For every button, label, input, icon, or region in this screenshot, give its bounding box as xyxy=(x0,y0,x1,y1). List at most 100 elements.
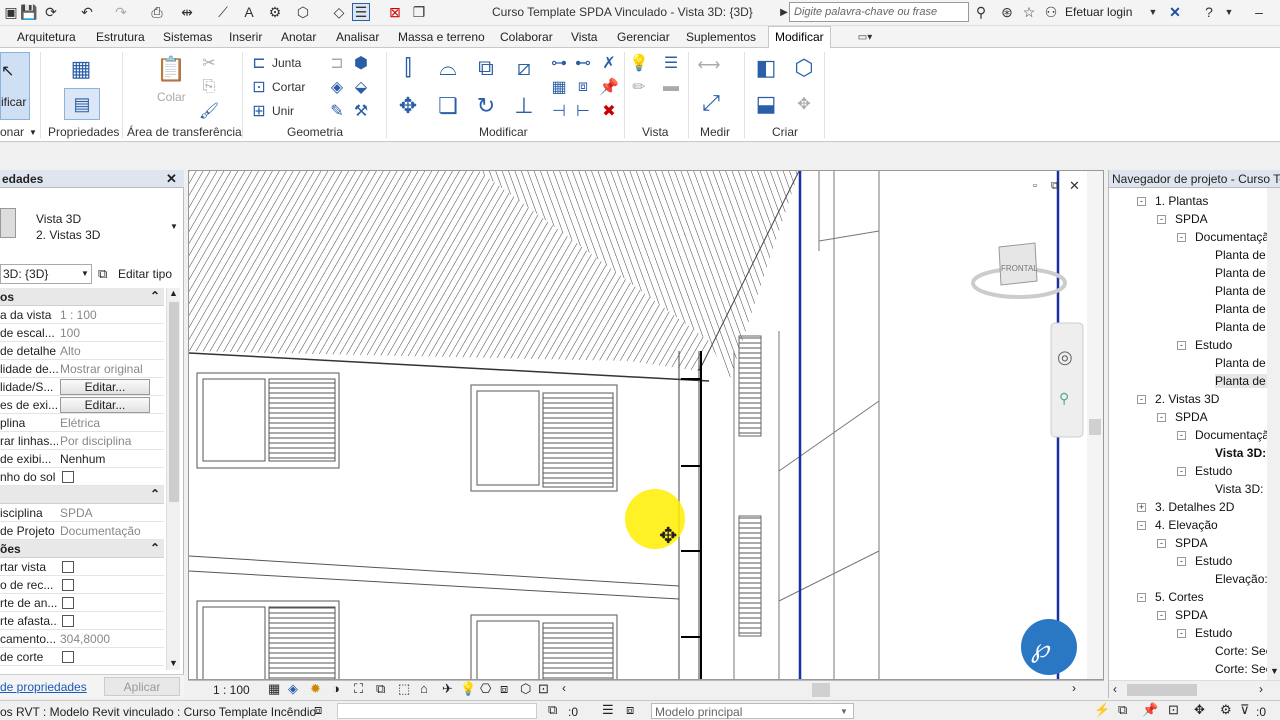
paste-label[interactable]: Colar xyxy=(157,90,186,104)
3d-view-icon[interactable]: ⬡ xyxy=(294,3,312,21)
trim-icon[interactable]: ⊥ xyxy=(510,92,538,120)
print-icon[interactable]: ⎙ xyxy=(148,3,166,21)
redo-icon[interactable]: ↷ xyxy=(112,3,130,21)
collapse-icon[interactable]: ⌃ xyxy=(150,487,160,501)
apply-button[interactable]: Aplicar xyxy=(104,677,180,696)
copy-element-icon[interactable]: ❏ xyxy=(434,92,462,120)
favorites-star-icon[interactable]: ☆ xyxy=(1020,3,1038,21)
mirror-draw-icon[interactable]: ⧄ xyxy=(510,54,538,82)
mirror-axis-icon[interactable]: ⧉ xyxy=(472,54,500,82)
tree-node[interactable]: Estudo xyxy=(1195,464,1232,478)
match-properties-icon[interactable]: 🖌 xyxy=(198,100,220,122)
user-icon[interactable]: ⚇ xyxy=(1042,3,1060,21)
scroll-up-icon[interactable]: ▲ xyxy=(169,288,178,298)
design-options-dropdown-icon[interactable]: ⧈ xyxy=(626,702,634,718)
tree-toggle-icon[interactable]: - xyxy=(1157,611,1166,620)
tree-node[interactable]: 2. Vistas 3D xyxy=(1155,392,1219,406)
property-row[interactable]: de Projeto Documentação xyxy=(0,522,164,540)
scroll-down-icon[interactable]: ▼ xyxy=(1270,666,1279,676)
create-similar-icon[interactable]: ✥ xyxy=(790,90,818,118)
view-cube[interactable]: FRONTAL xyxy=(971,242,1067,299)
view-scale[interactable]: 1 : 100 xyxy=(213,683,250,697)
filter-icon[interactable]: ⊽ xyxy=(1240,702,1250,718)
scale-icon[interactable]: ⧈ xyxy=(572,76,594,98)
properties-scrollbar[interactable]: ▲ ▼ xyxy=(166,288,180,670)
edit-type-button[interactable]: Editar tipo xyxy=(118,267,172,281)
section-header[interactable]: ões ⌃ xyxy=(0,540,164,558)
unite-label[interactable]: Unir xyxy=(272,104,294,118)
browser-hscrollbar[interactable]: ‹ › xyxy=(1109,680,1280,698)
hammer-icon[interactable]: ⚒ xyxy=(350,100,372,122)
sun-path-checkbox[interactable] xyxy=(62,471,74,483)
join-label[interactable]: Junta xyxy=(272,56,301,70)
create-parts-icon[interactable]: ⬡ xyxy=(790,54,818,82)
navigation-bar[interactable]: ◎ ⚲ xyxy=(1050,322,1084,438)
edit-button[interactable]: Editar... xyxy=(60,397,150,413)
thin-lines-icon[interactable]: ☰ xyxy=(352,3,370,21)
instance-selector[interactable]: 3D: {3D} ▼ xyxy=(0,264,92,284)
tree-node[interactable]: 4. Elevação xyxy=(1155,518,1218,532)
type-properties-icon[interactable]: ▦ xyxy=(66,54,96,84)
tree-toggle-icon[interactable]: - xyxy=(1177,233,1186,242)
aligned-dimension-icon[interactable]: ⤢ xyxy=(696,88,726,118)
tree-toggle-icon[interactable]: - xyxy=(1177,341,1186,350)
drag-elements-icon[interactable]: ✥ xyxy=(1194,702,1205,718)
analytic-icon[interactable]: ⧈ xyxy=(500,681,508,697)
split-gap-icon[interactable]: ⊷ xyxy=(572,52,594,74)
communication-icon[interactable]: ⊛ xyxy=(998,3,1016,21)
tree-toggle-icon[interactable]: - xyxy=(1177,431,1186,440)
ribbon-toggle-icon[interactable]: ▭▾ xyxy=(856,28,874,46)
align-icon[interactable]: ⫿ xyxy=(394,54,422,82)
collapse-icon[interactable]: ⌃ xyxy=(150,541,160,555)
scroll-thumb[interactable] xyxy=(169,302,179,502)
tab-modificar[interactable]: Modificar xyxy=(768,26,831,49)
tree-toggle-icon[interactable]: - xyxy=(1137,395,1146,404)
tree-node[interactable]: Documentação xyxy=(1195,230,1276,244)
property-row[interactable]: lidade de... Mostrar original xyxy=(0,360,164,378)
split-icon[interactable]: ⊶ xyxy=(548,52,570,74)
linework-icon[interactable]: ✏ xyxy=(628,76,650,98)
section-box-checkbox[interactable] xyxy=(62,651,74,663)
tab-analisar[interactable]: Analisar xyxy=(336,30,379,44)
edit-button[interactable]: Editar... xyxy=(60,379,150,395)
trim-extend-icon[interactable]: ⊣ xyxy=(548,100,570,122)
join-icon[interactable]: ⊏ xyxy=(248,52,270,74)
cut-icon[interactable]: ✂ xyxy=(198,52,220,74)
tree-toggle-icon[interactable]: - xyxy=(1137,521,1146,530)
scroll-down-icon[interactable]: ▼ xyxy=(169,658,178,668)
collapse-icon[interactable]: ⌃ xyxy=(150,289,160,303)
measure-between-icon[interactable]: ⟷ xyxy=(694,54,724,76)
close-icon[interactable]: ✕ xyxy=(166,171,177,187)
tab-anotar[interactable]: Anotar xyxy=(281,30,316,44)
move-icon[interactable]: ✥ xyxy=(394,92,422,120)
tree-toggle-icon[interactable]: - xyxy=(1157,413,1166,422)
delete-icon[interactable]: ✖ xyxy=(598,100,620,122)
help-dropdown-icon[interactable]: ▼ xyxy=(1220,3,1238,21)
hscroll-thumb[interactable] xyxy=(1127,684,1197,696)
override-icon[interactable]: ☰ xyxy=(660,52,682,74)
type-dropdown-icon[interactable]: ▼ xyxy=(170,222,178,231)
login-dropdown-icon[interactable]: ▼ xyxy=(1144,3,1162,21)
drawing-canvas[interactable]: ✥ ▫ ⧉ ✕ FRONTAL ◎ ⚲ ℘ xyxy=(188,170,1104,680)
view-cube-face-label[interactable]: FRONTAL xyxy=(1001,264,1038,273)
select-panel-label[interactable]: onar xyxy=(0,125,24,139)
worksharing-icon[interactable]: ⎔ xyxy=(480,681,491,697)
browser-scrollbar[interactable]: ▼ xyxy=(1267,188,1280,680)
tab-gerenciar[interactable]: Gerenciar xyxy=(617,30,670,44)
extend-icon[interactable]: ⊢ xyxy=(572,100,594,122)
crop-region-checkbox[interactable] xyxy=(62,579,74,591)
tree-toggle-icon[interactable]: - xyxy=(1177,557,1186,566)
tab-colaborar[interactable]: Colaborar xyxy=(500,30,553,44)
annotation-crop-checkbox[interactable] xyxy=(62,597,74,609)
shadows-icon[interactable]: ◑ xyxy=(332,681,340,696)
sun-path-icon[interactable]: ✹ xyxy=(310,681,321,697)
create-assembly-icon[interactable]: ◧ xyxy=(752,54,780,82)
canvas-close-icon[interactable]: ✕ xyxy=(1069,178,1080,193)
create-group-icon[interactable]: ⬓ xyxy=(752,90,780,118)
canvas-maximize-icon[interactable]: ⧉ xyxy=(1051,180,1059,192)
array-icon[interactable]: ▦ xyxy=(548,76,570,98)
crop-icon[interactable]: ⧉ xyxy=(376,681,385,697)
tree-node[interactable]: 3. Detalhes 2D xyxy=(1155,500,1234,514)
lock-view-icon[interactable]: ⌂ xyxy=(420,681,428,696)
render-icon[interactable]: ⛶ xyxy=(354,681,363,697)
